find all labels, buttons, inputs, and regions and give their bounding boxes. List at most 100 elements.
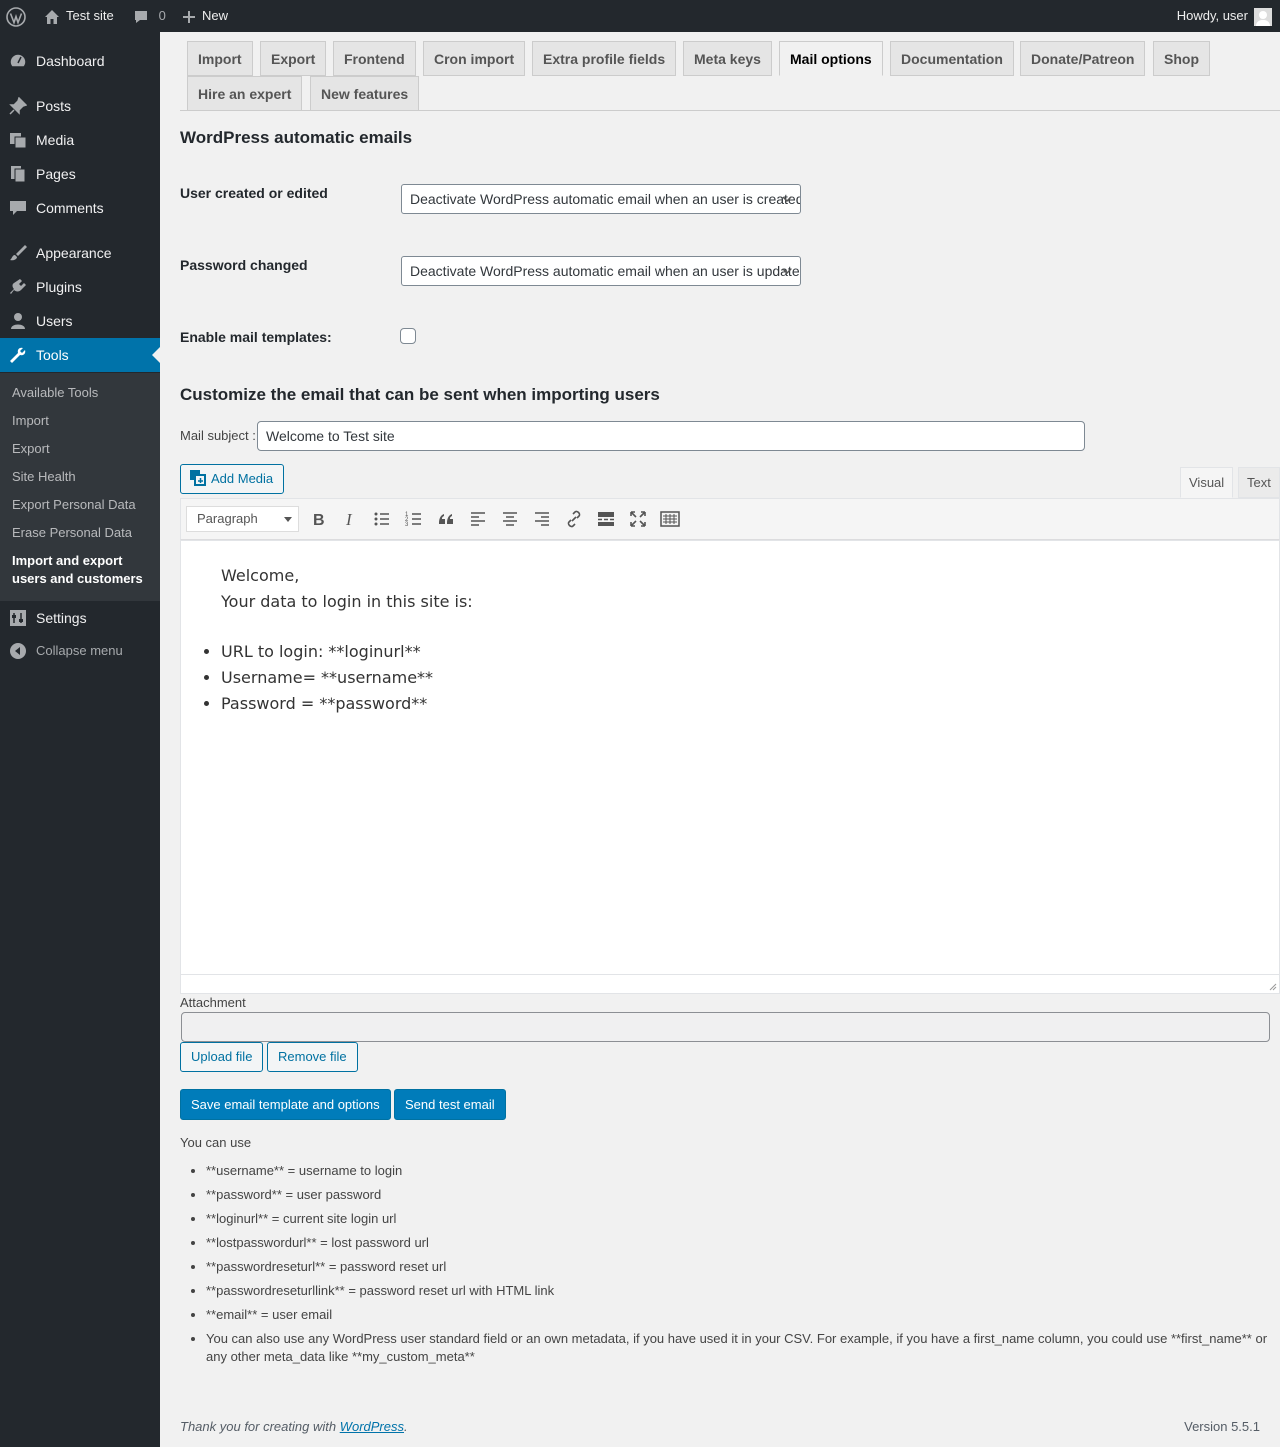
menu-tools[interactable]: Tools bbox=[0, 338, 160, 372]
submenu-export[interactable]: Export bbox=[12, 440, 50, 458]
new-content-link[interactable]: New bbox=[182, 0, 228, 32]
menu-label: Comments bbox=[36, 200, 104, 216]
email-body-editor[interactable]: Welcome, Your data to login in this site… bbox=[180, 540, 1280, 976]
enable-templates-checkbox[interactable] bbox=[400, 328, 416, 344]
wordpress-link[interactable]: WordPress bbox=[340, 1419, 404, 1434]
fullscreen-icon[interactable] bbox=[628, 509, 648, 529]
menu-appearance[interactable]: Appearance bbox=[0, 236, 160, 270]
tab-meta-keys[interactable]: Meta keys bbox=[683, 41, 772, 76]
align-center-icon[interactable] bbox=[500, 509, 520, 529]
tab-extra-profile-fields[interactable]: Extra profile fields bbox=[532, 41, 677, 76]
tab-hire-an-expert[interactable]: Hire an expert bbox=[187, 76, 303, 111]
format-select[interactable]: Paragraph bbox=[186, 506, 299, 532]
editor-tab-text[interactable]: Text bbox=[1238, 467, 1280, 498]
avatar bbox=[1254, 7, 1272, 26]
upload-file-button[interactable]: Upload file bbox=[180, 1042, 264, 1072]
tab-frontend[interactable]: Frontend bbox=[333, 41, 416, 76]
mail-subject-input[interactable]: Welcome to Test site bbox=[257, 421, 1085, 451]
tab-new-features[interactable]: New features bbox=[310, 76, 420, 111]
menu-label: Tools bbox=[36, 347, 69, 363]
submenu-site-health[interactable]: Site Health bbox=[12, 468, 76, 486]
menu-pages[interactable]: Pages bbox=[0, 157, 160, 191]
numbered-list-icon[interactable]: 123 bbox=[404, 509, 424, 529]
tab-shop[interactable]: Shop bbox=[1153, 41, 1210, 76]
attachment-input[interactable] bbox=[181, 1012, 1270, 1042]
tab-documentation[interactable]: Documentation bbox=[890, 41, 1014, 76]
user-created-label: User created or edited bbox=[180, 185, 328, 201]
comments-link[interactable]: 0 bbox=[133, 0, 166, 32]
my-account[interactable]: Howdy, user bbox=[1177, 0, 1272, 32]
menu-label: Dashboard bbox=[36, 53, 105, 69]
resize-handle-icon[interactable] bbox=[1269, 983, 1277, 991]
blockquote-icon[interactable] bbox=[436, 509, 456, 529]
body-line: Welcome, bbox=[221, 566, 300, 585]
settings-icon bbox=[10, 610, 26, 626]
new-label: New bbox=[202, 8, 229, 23]
help-item: **password** = user password bbox=[206, 1186, 1280, 1204]
menu-media[interactable]: Media bbox=[0, 123, 160, 157]
list-item: Username= **username** bbox=[221, 665, 473, 691]
menu-label: Posts bbox=[36, 98, 72, 114]
submenu-available-tools[interactable]: Available Tools bbox=[12, 384, 98, 402]
list-item: Password = **password** bbox=[221, 691, 473, 717]
attachment-label: Attachment bbox=[180, 995, 246, 1010]
wordpress-logo-icon[interactable] bbox=[6, 0, 28, 32]
italic-icon[interactable]: I bbox=[340, 509, 360, 529]
collapse-menu-button[interactable]: Collapse menu bbox=[0, 634, 160, 668]
menu-label: Users bbox=[36, 313, 73, 329]
menu-label: Pages bbox=[36, 166, 76, 182]
plugin-icon bbox=[10, 279, 26, 294]
paintbrush-icon bbox=[10, 245, 27, 261]
media-icon bbox=[10, 133, 27, 149]
tab-cron-import[interactable]: Cron import bbox=[423, 41, 526, 76]
tab-donate-patreon[interactable]: Donate/Patreon bbox=[1020, 41, 1146, 76]
remove-file-button[interactable]: Remove file bbox=[267, 1042, 358, 1072]
menu-plugins[interactable]: Plugins bbox=[0, 270, 160, 304]
help-item: **loginurl** = current site login url bbox=[206, 1210, 1280, 1228]
toolbar-toggle-icon[interactable] bbox=[660, 509, 680, 529]
tab-export[interactable]: Export bbox=[260, 41, 327, 76]
pages-icon bbox=[11, 166, 26, 183]
menu-comments[interactable]: Comments bbox=[0, 191, 160, 225]
save-template-button[interactable]: Save email template and options bbox=[180, 1089, 391, 1120]
site-name: Test site bbox=[66, 8, 114, 23]
help-item: **username** = username to login bbox=[206, 1162, 1280, 1180]
mail-subject-label: Mail subject : bbox=[180, 428, 256, 443]
menu-label: Plugins bbox=[36, 279, 82, 295]
menu-users[interactable]: Users bbox=[0, 304, 160, 338]
comments-count: 0 bbox=[158, 8, 166, 23]
svg-text:I: I bbox=[345, 510, 353, 529]
link-icon[interactable] bbox=[564, 509, 584, 529]
help-item: **passwordreseturllink** = password rese… bbox=[206, 1282, 1280, 1300]
submenu-erase-personal-data[interactable]: Erase Personal Data bbox=[12, 524, 132, 542]
password-changed-label: Password changed bbox=[180, 257, 308, 273]
read-more-icon[interactable] bbox=[596, 509, 616, 529]
editor-tab-visual[interactable]: Visual bbox=[1180, 467, 1234, 498]
footer-version: Version 5.5.1 bbox=[1184, 1419, 1260, 1434]
site-name-link[interactable]: Test site bbox=[44, 0, 114, 32]
home-icon bbox=[44, 8, 60, 24]
tab-mail-options[interactable]: Mail options bbox=[779, 41, 883, 76]
align-left-icon[interactable] bbox=[468, 509, 488, 529]
tab-import[interactable]: Import bbox=[187, 41, 253, 76]
menu-label: Collapse menu bbox=[36, 643, 123, 658]
bold-icon[interactable]: B bbox=[308, 509, 328, 529]
help-item: **passwordreseturl** = password reset ur… bbox=[206, 1258, 1280, 1276]
menu-dashboard[interactable]: Dashboard bbox=[0, 44, 160, 78]
send-test-email-button[interactable]: Send test email bbox=[394, 1089, 506, 1120]
body-list: URL to login: **loginurl** Username= **u… bbox=[201, 639, 473, 717]
add-media-button[interactable]: Add Media bbox=[180, 464, 285, 494]
submenu-import[interactable]: Import bbox=[12, 412, 49, 430]
bullet-list-icon[interactable] bbox=[372, 509, 392, 529]
dashboard-icon bbox=[9, 53, 27, 68]
plus-icon bbox=[182, 8, 196, 23]
submenu-export-personal-data[interactable]: Export Personal Data bbox=[12, 496, 136, 514]
user-created-select[interactable]: Deactivate WordPress automatic email whe… bbox=[401, 184, 801, 214]
menu-posts[interactable]: Posts bbox=[0, 89, 160, 123]
menu-settings[interactable]: Settings bbox=[0, 601, 160, 635]
editor-toolbar: Paragraph B I 123 bbox=[180, 498, 1280, 540]
align-right-icon[interactable] bbox=[532, 509, 552, 529]
add-media-icon bbox=[190, 470, 206, 487]
password-changed-select[interactable]: Deactivate WordPress automatic email whe… bbox=[401, 256, 801, 286]
submenu-import-export-users[interactable]: Import and export users and customers bbox=[12, 552, 152, 588]
